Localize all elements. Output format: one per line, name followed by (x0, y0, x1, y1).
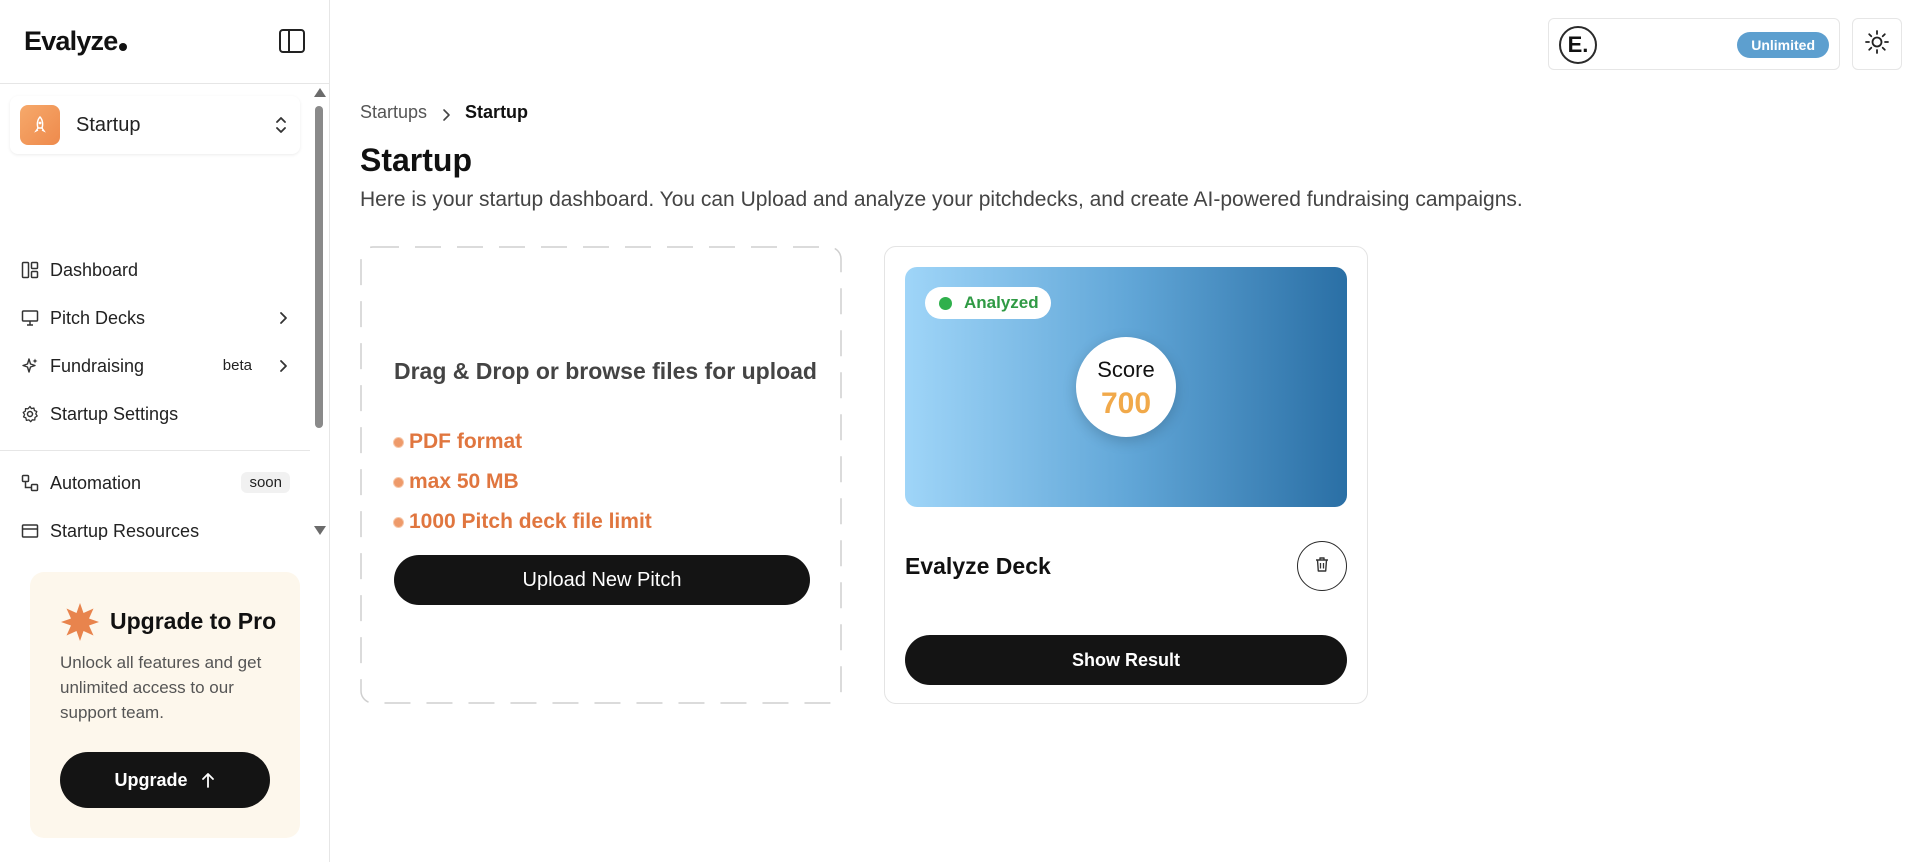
workflow-icon (20, 473, 40, 493)
theme-toggle-button[interactable] (1852, 18, 1902, 70)
logo[interactable]: Evalyze (24, 26, 128, 57)
upload-new-pitch-button[interactable]: Upload New Pitch (394, 555, 810, 605)
upgrade-description: Unlock all features and get unlimited ac… (60, 653, 262, 722)
soon-badge: soon (241, 472, 290, 493)
sidebar-header: Evalyze (0, 0, 329, 84)
requirement-text: max 50 MB (409, 470, 519, 493)
dropzone-title: Drag & Drop or browse files for upload (394, 358, 817, 384)
sun-icon (1864, 29, 1890, 60)
sidebar-scrollbar[interactable] (312, 88, 326, 540)
sidebar-item-pitch-decks[interactable]: Pitch Decks (0, 294, 310, 342)
list-item: PDF format (394, 422, 652, 462)
sidebar-item-dashboard[interactable]: Dashboard (0, 246, 310, 294)
account-menu[interactable]: E. Unlimited (1548, 18, 1840, 70)
sidebar-item-label: Fundraising (50, 355, 145, 376)
requirement-text: PDF format (409, 430, 523, 453)
logo-dot (119, 43, 128, 51)
upgrade-title: Upgrade to Pro (110, 608, 277, 634)
bullet-dot (394, 477, 403, 487)
dashboard-icon (20, 260, 40, 280)
sidebar-item-label: Startup Settings (50, 403, 179, 424)
score-circle: Score 700 (1076, 337, 1176, 437)
deck-name: Evalyze Deck (905, 553, 1051, 579)
sidebar-divider (0, 450, 310, 451)
chevron-right-icon (441, 106, 451, 121)
chevron-right-icon (276, 358, 290, 374)
sidebar-item-automation[interactable]: Automation soon (0, 459, 310, 507)
sparkles-icon (20, 356, 40, 376)
rocket-icon (20, 105, 60, 145)
chevron-right-icon (276, 310, 290, 326)
sidebar-item-startup-resources[interactable]: Startup Resources (0, 507, 310, 540)
sidebar-item-label: Automation (50, 472, 142, 493)
starburst-icon (60, 602, 100, 642)
startup-switcher[interactable]: Startup (10, 96, 300, 154)
sidebar-item-fundraising[interactable]: Fundraising beta (0, 342, 310, 390)
delete-deck-button[interactable] (1297, 541, 1347, 591)
page-description: Here is your startup dashboard. You can … (360, 188, 1523, 211)
breadcrumb: Startups Startup (360, 102, 528, 123)
deck-preview[interactable]: Analyzed Score 700 (905, 267, 1347, 507)
sidebar-item-label: Pitch Decks (50, 307, 146, 328)
show-result-button[interactable]: Show Result (905, 635, 1347, 685)
logo-text: Evalyze (24, 26, 118, 56)
page-title: Startup (360, 142, 472, 178)
status-badge: Analyzed (925, 287, 1051, 319)
pitch-deck-card: Analyzed Score 700 Evalyze Deck Show Res… (884, 246, 1368, 704)
upgrade-button[interactable]: Upgrade (60, 752, 270, 808)
startup-name: Startup (76, 113, 141, 136)
list-item: 1000 Pitch deck file limit (394, 502, 652, 542)
breadcrumb-parent-link[interactable]: Startups (360, 102, 427, 123)
sidebar-nav: Dashboard Pitch Decks Fundraising beta S… (0, 246, 310, 540)
avatar: E. (1559, 26, 1597, 64)
upload-dropzone[interactable]: Drag & Drop or browse files for upload P… (360, 246, 842, 704)
book-icon (20, 521, 40, 540)
sidebar-panel-icon[interactable] (278, 27, 306, 55)
sidebar-item-label: Startup Resources (50, 520, 200, 541)
upgrade-button-label: Upgrade (114, 769, 188, 790)
status-text: Analyzed (964, 293, 1039, 312)
scroll-thumb[interactable] (315, 106, 323, 428)
sidebar-item-label: Dashboard (50, 259, 139, 280)
score-label: Score (1097, 357, 1155, 382)
beta-badge: beta (222, 357, 252, 374)
chevrons-up-down-icon (274, 116, 288, 134)
upload-requirements-list: PDF format max 50 MB 1000 Pitch deck fil… (394, 422, 652, 542)
gear-icon (20, 404, 40, 424)
presentation-icon (20, 308, 40, 328)
breadcrumb-current: Startup (465, 102, 529, 122)
scroll-up-arrow-icon[interactable] (314, 88, 326, 97)
requirement-text: 1000 Pitch deck file limit (409, 510, 652, 533)
bullet-dot (394, 517, 403, 527)
upgrade-card: Upgrade to Pro Unlock all features and g… (30, 572, 300, 838)
status-dot (939, 296, 952, 310)
bullet-dot (394, 437, 403, 447)
sidebar-item-startup-settings[interactable]: Startup Settings (0, 390, 310, 438)
sidebar: Evalyze Startup Dashboard Pitch Decks Fu… (0, 0, 330, 862)
sidebar-scroll-area: Startup Dashboard Pitch Decks Fundraisin… (0, 84, 330, 540)
list-item: max 50 MB (394, 462, 652, 502)
arrow-up-icon (200, 771, 216, 789)
plan-badge: Unlimited (1737, 32, 1829, 58)
trash-icon (1313, 555, 1331, 578)
scroll-down-arrow-icon[interactable] (314, 526, 326, 535)
score-value: 700 (1100, 387, 1152, 420)
